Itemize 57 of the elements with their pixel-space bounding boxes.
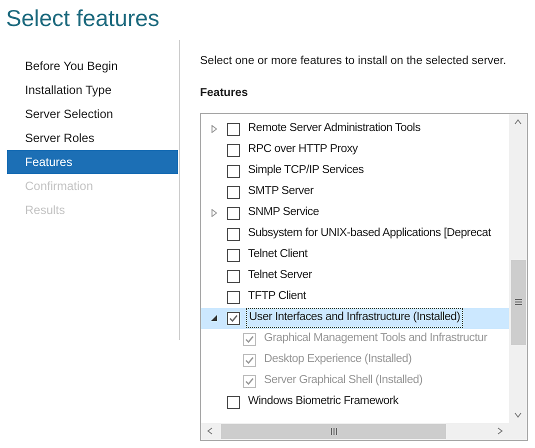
section-heading: Features <box>200 86 249 102</box>
feature-row[interactable]: SNMP Service <box>201 202 509 224</box>
feature-label: TFTP Client <box>247 289 308 304</box>
scroll-left-icon[interactable] <box>207 427 213 435</box>
checkbox[interactable] <box>227 144 240 156</box>
checkbox[interactable] <box>227 396 240 408</box>
feature-label: User Interfaces and Infrastructure (Installed) <box>246 308 464 328</box>
feature-row[interactable]: RPC over HTTP Proxy <box>201 140 509 160</box>
scrollbar-thumb[interactable] <box>221 424 446 438</box>
feature-row[interactable]: Telnet Client <box>201 244 509 266</box>
wizard-step[interactable]: Before You Begin <box>7 54 178 78</box>
feature-label: Desktop Experience (Installed) <box>263 352 413 368</box>
scrollbar-thumb[interactable] <box>510 260 526 344</box>
checkbox[interactable] <box>227 206 240 220</box>
vertical-scrollbar[interactable] <box>509 114 527 422</box>
instruction-text: Select one or more features to install on the selected server. <box>200 54 508 69</box>
feature-label: Windows Biometric Framework <box>247 394 400 410</box>
grip-icon <box>514 299 522 305</box>
page-title: Select features <box>5 4 160 33</box>
feature-row[interactable]: Windows Biometric Framework <box>201 392 509 412</box>
feature-label: SNMP Service <box>247 205 320 220</box>
feature-label: Subsystem for UNIX-based Applications [Deprecat <box>247 226 492 242</box>
feature-label: Telnet Client <box>247 247 309 262</box>
wizard-step[interactable]: Server Roles <box>7 126 178 150</box>
grip-icon <box>330 428 336 434</box>
feature-row[interactable]: Simple TCP/IP Services <box>201 160 509 182</box>
checkbox[interactable] <box>227 312 240 324</box>
wizard-step[interactable]: Installation Type <box>7 78 178 102</box>
collapsed-triangle-icon[interactable] <box>210 209 218 217</box>
scroll-down-icon[interactable] <box>514 412 522 418</box>
feature-row[interactable]: Telnet Server <box>201 266 509 286</box>
scroll-right-icon[interactable] <box>497 427 503 435</box>
checkbox[interactable] <box>227 164 240 178</box>
feature-label: Graphical Management Tools and Infrastructur <box>263 331 488 346</box>
checkbox[interactable] <box>227 228 240 240</box>
checkbox[interactable] <box>227 186 240 198</box>
feature-label: RPC over HTTP Proxy <box>247 142 359 158</box>
feature-label: SMTP Server <box>247 184 315 200</box>
checkbox[interactable] <box>227 122 240 136</box>
wizard-step[interactable]: Server Selection <box>7 102 178 126</box>
feature-row[interactable]: SMTP Server <box>201 182 509 202</box>
checkbox[interactable] <box>227 270 240 282</box>
expanded-triangle-icon[interactable] <box>210 314 218 322</box>
feature-row[interactable]: Remote Server Administration Tools <box>201 118 509 140</box>
feature-label: Simple TCP/IP Services <box>247 163 365 178</box>
feature-label: Telnet Server <box>247 268 313 284</box>
feature-label: Remote Server Administration Tools <box>247 121 422 136</box>
wizard-step[interactable]: Features <box>7 150 178 174</box>
feature-row[interactable]: User Interfaces and Infrastructure (Installed) <box>201 308 509 328</box>
checkbox[interactable] <box>227 248 240 262</box>
feature-row[interactable]: TFTP Client <box>201 286 509 308</box>
scroll-up-icon[interactable] <box>514 118 522 124</box>
checkbox[interactable] <box>227 290 240 304</box>
horizontal-scrollbar[interactable] <box>201 422 509 440</box>
collapsed-triangle-icon[interactable] <box>210 125 218 133</box>
feature-label: Server Graphical Shell (Installed) <box>263 373 424 388</box>
feature-row[interactable]: Subsystem for UNIX-based Applications [Deprecat <box>201 224 509 244</box>
